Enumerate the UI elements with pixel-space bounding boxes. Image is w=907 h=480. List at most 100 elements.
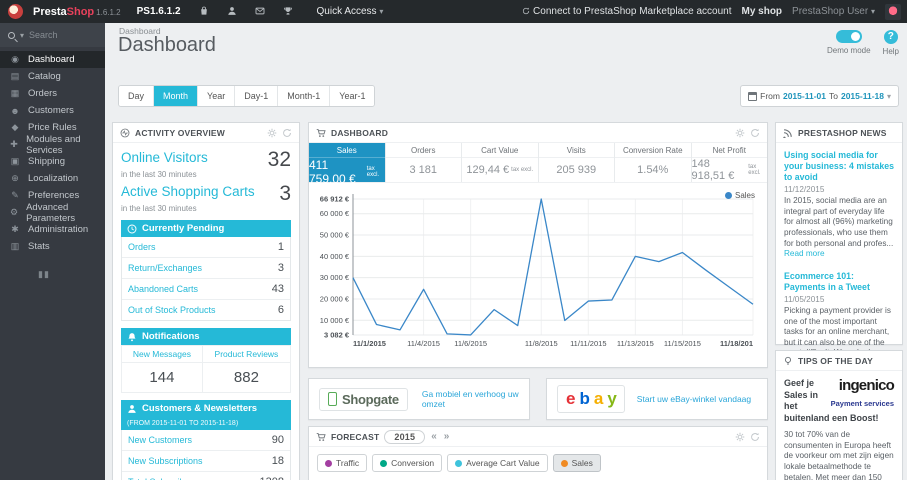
row-value: 90 xyxy=(271,434,284,446)
sidebar-item-customers[interactable]: ☻ Customers xyxy=(0,102,105,119)
forecast-sales-button[interactable]: Sales xyxy=(552,454,601,472)
sidebar-item-orders[interactable]: ▦ Orders xyxy=(0,85,105,102)
new-messages-link[interactable]: New Messages xyxy=(121,345,203,363)
customers-row-new-customers[interactable]: New Customers 90 xyxy=(122,430,290,451)
mail-icon[interactable] xyxy=(255,6,265,18)
shop-name-link[interactable]: PS1.6.1.2 xyxy=(137,6,181,17)
tab-day-1[interactable]: Day-1 xyxy=(235,86,279,106)
legend-dot xyxy=(560,459,568,467)
forecast-legend: Traffic Conversion Average Cart Value Sa… xyxy=(309,447,767,479)
gear-icon[interactable] xyxy=(735,432,745,442)
tab-year-1[interactable]: Year-1 xyxy=(330,86,375,106)
sidebar-item-label: Localization xyxy=(28,173,79,184)
kpi-value: 411 759,00 € xyxy=(309,158,356,186)
row-value: 3 xyxy=(277,262,284,274)
pending-row-orders[interactable]: Orders 1 xyxy=(122,237,290,258)
news-title-link[interactable]: Using social media for your business: 4 … xyxy=(784,150,894,183)
refresh-icon[interactable] xyxy=(750,128,760,138)
kpi-net-profit[interactable]: Net Profit 148 918,51 € tax excl. xyxy=(691,143,767,182)
sidebar-item-localization[interactable]: ⊕ Localization xyxy=(0,170,105,187)
svg-text:50 000 €: 50 000 € xyxy=(320,231,350,240)
customers-icon[interactable] xyxy=(227,6,237,18)
collapse-menu-icon[interactable]: ▮▮ xyxy=(0,255,105,280)
row-value: 43 xyxy=(271,283,284,295)
date-range-subtitle: (FROM 2015-11-01 TO 2015-11-18) xyxy=(127,420,239,427)
prestashop-logo[interactable] xyxy=(8,4,23,19)
connect-marketplace-link[interactable]: Connect to PrestaShop Marketplace accoun… xyxy=(522,6,731,17)
gear-icon[interactable] xyxy=(267,128,277,138)
gear-icon[interactable] xyxy=(735,128,745,138)
kpi-visits[interactable]: Visits 205 939 xyxy=(538,143,615,182)
trophy-icon[interactable] xyxy=(283,6,293,18)
next-year-button[interactable]: » xyxy=(444,431,451,442)
from-date: 2015-11-01 xyxy=(782,91,826,101)
read-more-link[interactable]: Read more xyxy=(784,249,825,258)
previous-year-button[interactable]: « xyxy=(431,431,438,442)
tab-day[interactable]: Day xyxy=(119,86,155,106)
kpi-sales[interactable]: Sales 411 759,00 € tax excl. xyxy=(309,143,386,186)
sidebar-item-catalog[interactable]: ▤ Catalog xyxy=(0,68,105,85)
refresh-icon[interactable] xyxy=(750,432,760,442)
forecast-conversion-button[interactable]: Conversion xyxy=(372,454,443,472)
product-reviews-link[interactable]: Product Reviews xyxy=(201,345,292,363)
period-tabs: Day Month Year Day-1 Month-1 Year-1 xyxy=(118,85,376,107)
bar-chart-icon: ▥ xyxy=(10,241,20,251)
sidebar-item-dashboard[interactable]: ◉ Dashboard xyxy=(0,51,105,68)
svg-text:66 912 €: 66 912 € xyxy=(320,195,350,204)
wrench-icon: ✎ xyxy=(11,190,19,200)
refresh-icon[interactable] xyxy=(282,128,292,138)
quick-access-menu[interactable]: Quick Access ▾ xyxy=(317,6,384,17)
version-label: 1.6.1.2 xyxy=(96,7,121,17)
sidebar-item-administration[interactable]: ✱ Administration xyxy=(0,221,105,238)
sales-chart-svg: 11/1/2015 11/4/2015 11/6/2015 11/8/2015 11/1… xyxy=(320,194,754,348)
kpi-cart-value[interactable]: Cart Value 129,44 € tax excl. xyxy=(462,143,539,182)
cart-icon[interactable] xyxy=(199,6,209,18)
tab-year[interactable]: Year xyxy=(198,86,236,106)
chart-legend: Sales xyxy=(724,191,755,200)
panel-title: FORECAST xyxy=(331,431,380,442)
my-shop-link[interactable]: My shop xyxy=(741,6,782,17)
ebay-link[interactable]: Start uw eBay-winkel vandaag xyxy=(637,394,751,404)
cart-icon xyxy=(316,432,326,442)
pending-row-returns[interactable]: Return/Exchanges 3 xyxy=(122,258,290,279)
help-icon[interactable]: ? xyxy=(883,30,898,44)
tab-month[interactable]: Month xyxy=(154,86,199,106)
legend-label: Sales xyxy=(571,458,593,468)
online-visitors-link[interactable]: Online Visitors xyxy=(121,150,208,165)
news-title-link[interactable]: Ecommerce 101: Payments in a Tweet xyxy=(784,271,894,293)
users-icon: ☻ xyxy=(10,105,20,116)
svg-text:11/18/201: 11/18/201 xyxy=(720,339,753,348)
user-menu[interactable]: PrestaShop User ▾ xyxy=(792,6,875,17)
forecast-average-cart-value-button[interactable]: Average Cart Value xyxy=(447,454,548,472)
active-carts-link[interactable]: Active Shopping Carts xyxy=(121,184,255,199)
product-reviews-value: 882 xyxy=(201,362,292,393)
customers-row-total-subscribers[interactable]: Total Subscribers1308 xyxy=(122,472,290,480)
svg-text:11/8/2015: 11/8/2015 xyxy=(525,339,558,348)
pending-row-out-of-stock[interactable]: Out of Stock Products 6 xyxy=(122,300,290,320)
forecast-traffic-button[interactable]: Traffic xyxy=(317,454,368,472)
demo-mode-toggle[interactable] xyxy=(835,30,862,43)
sidebar-item-advanced-parameters[interactable]: ⚙ Advanced Parameters xyxy=(0,202,105,224)
kpi-orders[interactable]: Orders 3 181 xyxy=(385,143,462,182)
cart-icon xyxy=(316,128,326,138)
tab-month-1[interactable]: Month-1 xyxy=(278,86,331,106)
brand-link[interactable]: PrestaShop 1.6.1.2 xyxy=(33,6,121,18)
legend-dot xyxy=(380,459,388,467)
avatar[interactable] xyxy=(885,3,901,20)
sidebar-item-label: Orders xyxy=(28,88,58,99)
pending-row-abandoned-carts[interactable]: Abandoned Carts 43 xyxy=(122,279,290,300)
kpi-label: Net Profit xyxy=(691,143,767,158)
sidebar-item-shipping[interactable]: ▣ Shipping xyxy=(0,153,105,170)
kpi-conversion-rate[interactable]: Conversion Rate 1.54% xyxy=(615,143,692,182)
panel-title: PRESTASHOP NEWS xyxy=(798,127,887,138)
customers-row-new-subscriptions[interactable]: New Subscriptions 18 xyxy=(122,451,290,472)
ebay-e: e xyxy=(566,389,576,408)
customers-newsletters-header: Customers & Newsletters (FROM 2015-11-01 … xyxy=(121,400,291,430)
search-input[interactable]: ▾ Search xyxy=(0,23,105,47)
forecast-year[interactable]: 2015 xyxy=(384,429,426,444)
sidebar-item-modules[interactable]: ✚ Modules and Services xyxy=(0,134,105,156)
shopgate-link[interactable]: Ga mobiel en verhoog uw omzet xyxy=(422,389,519,409)
chevron-down-icon: ▾ xyxy=(870,7,875,16)
date-range-picker[interactable]: From 2015-11-01 To 2015-11-18 ▾ xyxy=(740,85,899,107)
sidebar-item-stats[interactable]: ▥ Stats xyxy=(0,238,105,255)
